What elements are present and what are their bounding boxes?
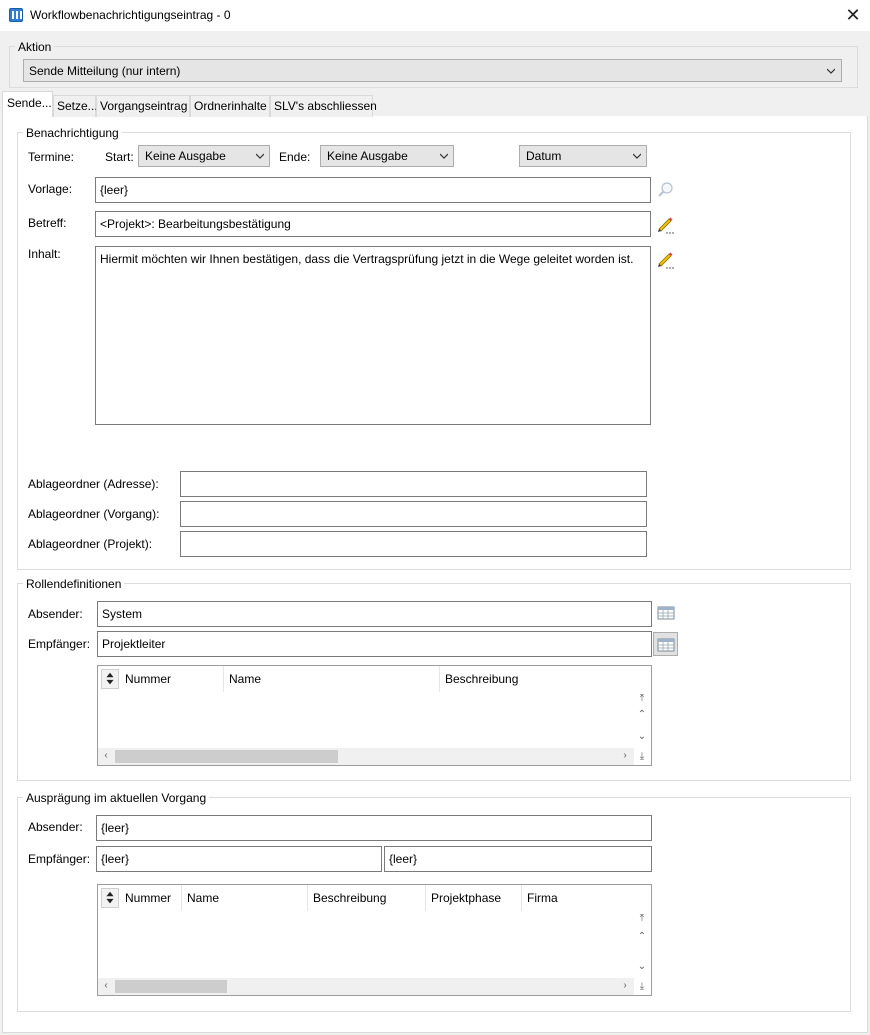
termine-label: Termine:: [28, 150, 75, 164]
datum-select[interactable]: Datum: [519, 145, 647, 167]
column-header-beschreibung[interactable]: Beschreibung: [308, 885, 426, 911]
vertical-scrollbar[interactable]: ⤒ ⌃ ⌄: [634, 911, 651, 978]
vorlage-field[interactable]: {leer}: [95, 177, 651, 203]
rollen-absender-label: Absender:: [28, 607, 83, 621]
horizontal-scrollbar[interactable]: ‹ ›: [98, 978, 634, 995]
scroll-right-icon[interactable]: ›: [619, 749, 631, 763]
chevron-down-icon: [440, 153, 448, 159]
start-select-value: Keine Ausgabe: [145, 149, 226, 163]
auspraegung-legend: Ausprägung im aktuellen Vorgang: [23, 791, 210, 805]
start-label: Start:: [105, 150, 134, 164]
scroll-top-icon[interactable]: ⤒: [636, 912, 648, 926]
tab-slv-abschliessen[interactable]: SLV's abschliessen: [270, 95, 377, 117]
tab-setzen[interactable]: Setze...: [53, 95, 98, 117]
tab-senden[interactable]: Sende...: [2, 91, 53, 117]
auspraegung-empfaenger-label: Empfänger:: [28, 852, 91, 866]
chevron-down-icon: [827, 68, 835, 74]
horizontal-scrollbar[interactable]: ‹ ›: [98, 748, 634, 765]
benachrichtigung-legend: Benachrichtigung: [23, 126, 122, 140]
table-icon: [657, 638, 675, 652]
scroll-up-icon[interactable]: ⌃: [636, 708, 648, 722]
pencil-icon[interactable]: [655, 249, 675, 269]
aktion-select-value: Sende Mitteilung (nur intern): [29, 64, 181, 78]
scroll-up-icon[interactable]: ⌃: [636, 930, 648, 944]
pencil-icon[interactable]: [655, 214, 675, 234]
scroll-left-icon[interactable]: ‹: [100, 749, 112, 763]
inhalt-textarea[interactable]: Hiermit möchten wir Ihnen bestätigen, da…: [95, 246, 651, 425]
scroll-bottom-icon[interactable]: ⤓: [636, 980, 648, 994]
auspraegung-grid[interactable]: Nummer Name Beschreibung Projektphase Fi…: [97, 884, 652, 996]
ablage-adresse-field[interactable]: [180, 471, 647, 497]
rollen-legend: Rollendefinitionen: [23, 577, 125, 591]
column-header-name[interactable]: Name: [182, 885, 308, 911]
column-header-nummer[interactable]: Nummer: [120, 666, 224, 692]
scroll-left-icon[interactable]: ‹: [100, 979, 112, 993]
tab-vorgangseintrag[interactable]: Vorgangseintrag: [96, 95, 190, 117]
sort-arrows-icon[interactable]: [101, 669, 119, 689]
column-header-projektphase[interactable]: Projektphase: [426, 885, 522, 911]
auspraegung-empfaenger-field-1[interactable]: {leer}: [96, 846, 382, 872]
ende-label: Ende:: [279, 150, 311, 164]
empfaenger-table-button[interactable]: [653, 632, 678, 656]
auspraegung-absender-label: Absender:: [28, 820, 83, 834]
ablage-projekt-field[interactable]: [180, 531, 647, 557]
ablage-vorgang-field[interactable]: [180, 501, 647, 527]
ablage-adresse-label: Ablageordner (Adresse):: [28, 477, 159, 491]
ende-select[interactable]: Keine Ausgabe: [320, 145, 454, 167]
magnifier-icon[interactable]: [656, 180, 676, 200]
horizontal-scroll-thumb[interactable]: [115, 980, 227, 993]
scroll-right-icon[interactable]: ›: [619, 979, 631, 993]
column-header-name[interactable]: Name: [224, 666, 440, 692]
betreff-field[interactable]: <Projekt>: Bearbeitungsbestätigung: [95, 211, 651, 237]
aktion-select[interactable]: Sende Mitteilung (nur intern): [23, 59, 842, 82]
ende-select-value: Keine Ausgabe: [327, 149, 408, 163]
title-bar: Workflowbenachrichtigungseintrag - 0 ✕: [0, 0, 870, 31]
tab-ordnerinhalte[interactable]: Ordnerinhalte: [190, 95, 270, 117]
inhalt-label: Inhalt:: [28, 247, 61, 261]
chevron-down-icon: [633, 153, 641, 159]
sort-arrows-icon[interactable]: [101, 888, 119, 908]
scroll-down-icon[interactable]: ⌄: [636, 960, 648, 974]
horizontal-scroll-thumb[interactable]: [115, 750, 338, 763]
scroll-down-icon[interactable]: ⌄: [636, 730, 648, 744]
column-header-beschreibung[interactable]: Beschreibung: [440, 666, 630, 692]
vertical-scrollbar[interactable]: ⤒ ⌃ ⌄: [634, 692, 651, 748]
table-icon[interactable]: [656, 603, 676, 623]
ablage-vorgang-label: Ablageordner (Vorgang):: [28, 507, 160, 521]
chevron-down-icon: [256, 153, 264, 159]
vorlage-label: Vorlage:: [28, 182, 73, 196]
aktion-legend: Aktion: [15, 40, 55, 54]
rollen-absender-field[interactable]: System: [97, 601, 652, 627]
ablage-projekt-label: Ablageordner (Projekt):: [28, 537, 153, 551]
window-title: Workflowbenachrichtigungseintrag - 0: [30, 8, 231, 22]
start-select[interactable]: Keine Ausgabe: [138, 145, 270, 167]
rollen-grid[interactable]: Nummer Name Beschreibung ⤒ ⌃ ⌄ ‹ › ⤓: [97, 665, 652, 766]
rollen-empfaenger-field[interactable]: Projektleiter: [97, 631, 652, 657]
scroll-bottom-icon[interactable]: ⤓: [636, 750, 648, 764]
auspraegung-empfaenger-field-2[interactable]: {leer}: [384, 846, 652, 872]
datum-select-value: Datum: [526, 149, 562, 163]
close-icon[interactable]: ✕: [840, 4, 866, 26]
betreff-label: Betreff:: [28, 216, 67, 230]
scroll-top-icon[interactable]: ⤒: [636, 692, 648, 706]
app-window-icon: [9, 8, 23, 22]
rollen-empfaenger-label: Empfänger:: [28, 637, 91, 651]
auspraegung-absender-field[interactable]: {leer}: [96, 815, 652, 841]
column-header-nummer[interactable]: Nummer: [120, 885, 182, 911]
column-header-firma[interactable]: Firma: [522, 885, 632, 911]
